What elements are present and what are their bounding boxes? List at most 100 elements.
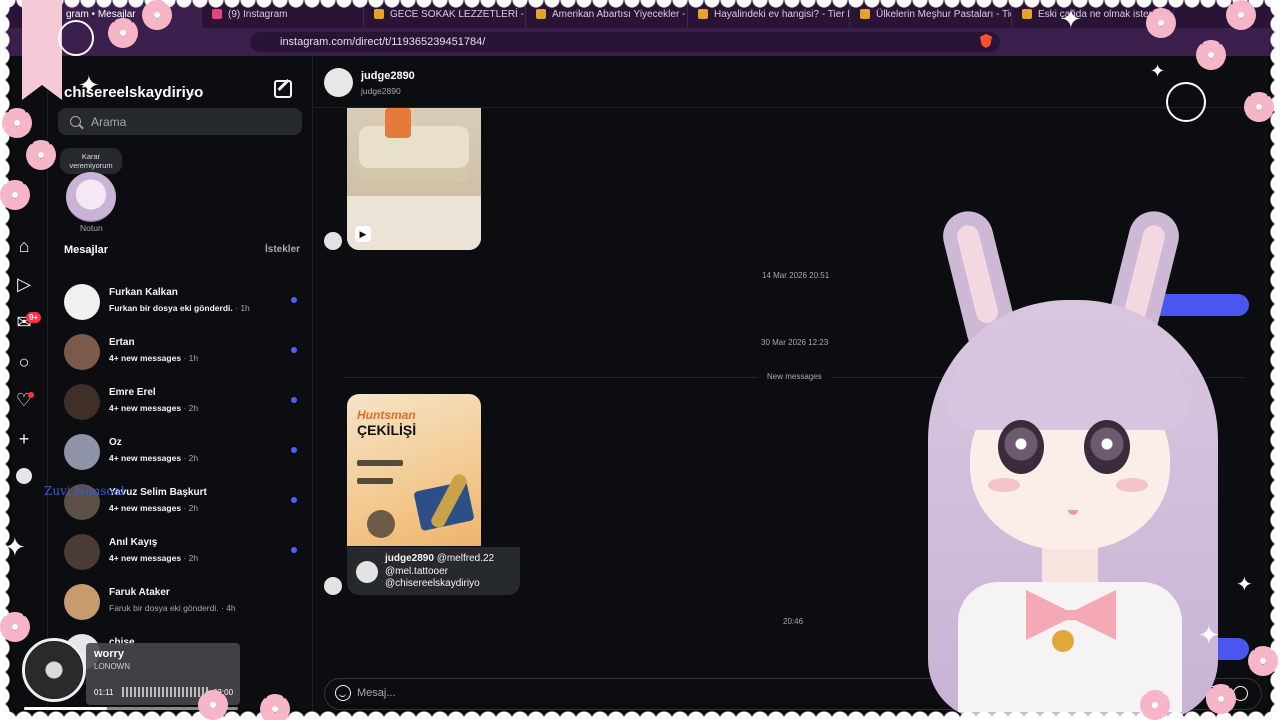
preview-text: 4+ new messages [109, 553, 182, 563]
sparkle-icon: ✦ [1150, 61, 1166, 81]
character-image [385, 108, 411, 138]
note-avatar[interactable] [66, 172, 116, 222]
tab-title: (9) Instagram [228, 8, 288, 20]
message-input[interactable] [357, 683, 857, 703]
reel-play-icon: ▶ [355, 226, 371, 242]
caption-mention[interactable]: @mel.tattooer [385, 566, 515, 579]
sender-avatar[interactable] [324, 232, 342, 250]
conversation-row[interactable]: Faruk Ataker Faruk bir dosya eki gönderdi… [62, 581, 302, 627]
new-messages-label: New messages [757, 372, 832, 381]
note-bubble[interactable]: Karar veremiyorum [60, 148, 122, 174]
tierlist-favicon-icon [536, 9, 546, 19]
unread-dot [291, 397, 297, 403]
conversation-preview: 4+ new messages · 2h [109, 453, 198, 463]
ring-decoration [1166, 82, 1206, 122]
poster-text-line [357, 478, 393, 484]
activity-dot [28, 392, 34, 398]
shared-reel[interactable]: ▶ [347, 108, 481, 250]
poster-title: Huntsman [357, 408, 416, 422]
caption-mention[interactable]: @chisereelskaydiriyo [385, 578, 515, 591]
conversation-name: Emre Erel [109, 387, 156, 398]
conversation-name: Furkan Kalkan [109, 287, 178, 298]
poster-text-line [357, 460, 403, 466]
poster-subtitle: ÇEKİLİŞİ [357, 422, 417, 438]
unread-dot [291, 497, 297, 503]
profile-icon[interactable] [16, 468, 32, 484]
conversation-avatar [64, 434, 100, 470]
sakura-flower-icon [260, 694, 290, 720]
preview-time: · 1h [183, 353, 199, 363]
couch-image [359, 126, 469, 182]
conversation-avatar [64, 584, 100, 620]
sakura-flower-icon [1244, 92, 1274, 122]
conversation-avatar [64, 534, 100, 570]
unread-dot [291, 447, 297, 453]
notification-badge: 9+ [26, 312, 42, 323]
tierlist-favicon-icon [698, 9, 708, 19]
search-input[interactable]: Arama [58, 108, 302, 135]
emoji-icon[interactable] [335, 685, 351, 701]
sakura-flower-icon [1248, 646, 1278, 676]
caption-author[interactable]: judge2890 [385, 553, 434, 564]
screen: gram • Mesajlar (9) Instagram GECE SOKAK… [0, 0, 1280, 720]
conversation-preview: 4+ new messages · 2h [109, 403, 198, 413]
avatar-eye-left [998, 420, 1044, 474]
avatar-blush [988, 478, 1020, 492]
address-bar-row: instagram.com/direct/t/119365239451784/ [0, 28, 1280, 56]
instagram-favicon-icon [212, 9, 222, 19]
conversation-preview: Faruk bir dosya eki gönderdi. · 4h [109, 603, 236, 613]
sender-avatar[interactable] [324, 577, 342, 595]
conversation-avatar [64, 284, 100, 320]
sakura-flower-icon [1206, 684, 1236, 714]
sparkle-icon: ✦ [4, 532, 26, 562]
conversation-name: Ertan [109, 337, 135, 348]
timestamp: 20:46 [783, 617, 804, 626]
sakura-flower-icon [198, 690, 228, 720]
chat-avatar[interactable] [324, 68, 353, 97]
timestamp: 30 Mar 2026 12:23 [761, 338, 829, 347]
requests-link[interactable]: İstekler [265, 244, 300, 255]
conversation-row[interactable]: Ertan 4+ new messages · 1h [62, 331, 302, 377]
preview-time: · 2h [183, 503, 199, 513]
preview-time: · 2h [183, 553, 199, 563]
compose-icon[interactable] [274, 80, 292, 98]
preview-text: 4+ new messages [109, 453, 182, 463]
search-icon[interactable]: ○ [14, 352, 34, 372]
conversation-row[interactable]: Anıl Kayış 4+ new messages · 2h [62, 531, 302, 577]
timestamp: 14 Mar 2026 20:51 [762, 271, 830, 280]
poster-photo-image [367, 510, 395, 538]
caption-author-avatar[interactable] [356, 561, 378, 583]
search-placeholder: Arama [91, 114, 127, 129]
sakura-flower-icon [1140, 690, 1170, 720]
preview-time: · 4h [221, 603, 236, 613]
preview-text: 4+ new messages [109, 503, 182, 513]
sakura-flower-icon [1196, 40, 1226, 70]
chevron-down-icon[interactable]: ⌄ [187, 86, 196, 99]
messages-heading: Mesajlar [64, 244, 109, 256]
chat-name[interactable]: judge2890 [361, 70, 415, 82]
preview-time: · 2h [183, 453, 199, 463]
caption-mention[interactable]: @melfred.22 [437, 553, 494, 564]
sakura-flower-icon [1226, 0, 1256, 30]
ring-decoration [58, 20, 94, 56]
conversation-name: Oz [109, 437, 122, 448]
avatar-bell [1052, 630, 1074, 652]
sakura-flower-icon [142, 0, 172, 30]
shared-post-image[interactable]: Huntsman ÇEKİLİŞİ [347, 394, 481, 546]
conversation-preview: Furkan bir dosya eki gönderdi. · 1h [109, 303, 250, 313]
home-icon[interactable]: ⌂ [14, 236, 34, 256]
conversation-row[interactable]: Oz 4+ new messages · 2h [62, 431, 302, 477]
tierlist-favicon-icon [374, 9, 384, 19]
vinyl-record-icon [22, 638, 86, 702]
chat-header [314, 56, 1280, 108]
preview-text: Faruk bir dosya eki gönderdi. [109, 603, 219, 613]
note-label: Notun [80, 223, 103, 233]
url-field[interactable]: instagram.com/direct/t/119365239451784/ [250, 32, 1000, 52]
reels-icon[interactable]: ▷ [14, 274, 34, 294]
conversation-row[interactable]: Furkan Kalkan Furkan bir dosya eki gönder… [62, 281, 302, 327]
conversation-preview: 4+ new messages · 1h [109, 353, 198, 363]
sakura-flower-icon [26, 140, 56, 170]
create-icon[interactable]: + [14, 429, 34, 449]
sakura-flower-icon [0, 180, 30, 210]
conversation-row[interactable]: Emre Erel 4+ new messages · 2h [62, 381, 302, 427]
